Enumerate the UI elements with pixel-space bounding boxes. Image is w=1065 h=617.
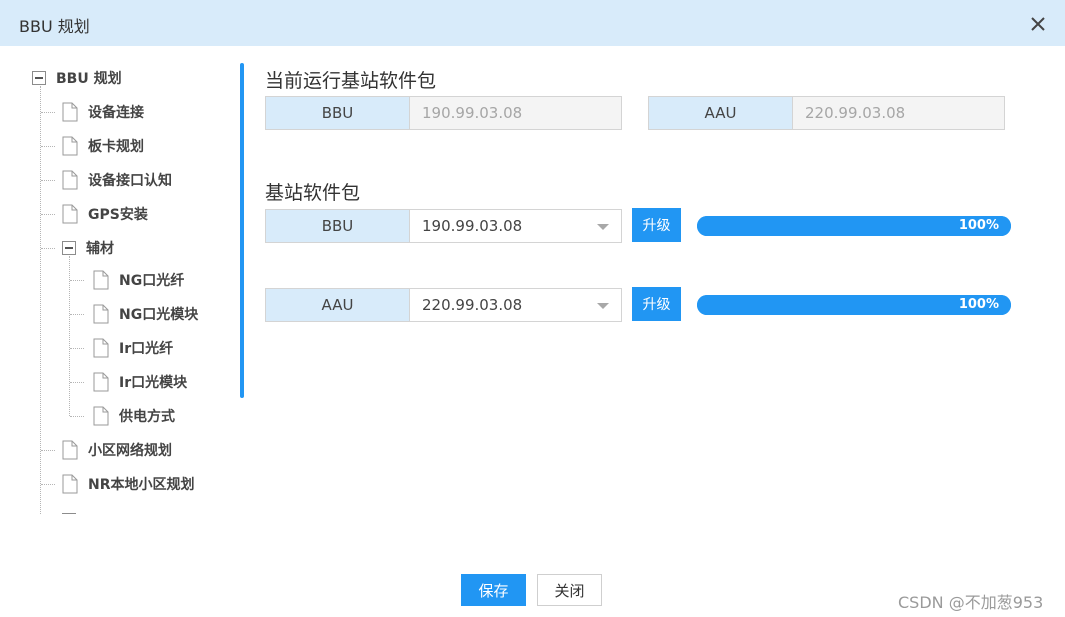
tree-item-ng-module[interactable]: NG口光模块 <box>93 302 198 326</box>
tree-item-cell-network[interactable]: 小区网络规划 <box>62 438 172 462</box>
expand-icon[interactable] <box>62 513 76 514</box>
document-icon <box>62 102 78 122</box>
document-icon <box>93 304 109 324</box>
save-button[interactable]: 保存 <box>461 574 526 606</box>
tree-item-device-interface[interactable]: 设备接口认知 <box>62 168 172 192</box>
document-icon <box>93 270 109 290</box>
tree-root-bbu[interactable]: BBU 规划 <box>32 66 122 90</box>
current-aau-field: AAU 220.99.03.08 <box>648 96 1005 130</box>
document-icon <box>62 474 78 494</box>
tree-connector <box>70 348 84 349</box>
dialog-title: BBU 规划 <box>19 17 90 36</box>
tree-item-gps[interactable]: GPS安装 <box>62 202 148 226</box>
tree-item-board-planning[interactable]: 板卡规划 <box>62 134 144 158</box>
package-title: 基站软件包 <box>265 182 361 204</box>
tree-connector <box>41 112 55 113</box>
package-aau-field: AAU 220.99.03.08 <box>265 288 622 322</box>
tree-item-power-supply[interactable]: 供电方式 <box>93 404 175 428</box>
document-icon <box>93 338 109 358</box>
tree-item-ng-fiber[interactable]: NG口光纤 <box>93 268 184 292</box>
tree-connector <box>70 280 84 281</box>
tree-connector <box>41 484 55 485</box>
aau-progress-text: 100% <box>958 297 999 312</box>
document-icon <box>62 440 78 460</box>
current-bbu-field: BBU 190.99.03.08 <box>265 96 622 130</box>
upgrade-aau-button[interactable]: 升级 <box>632 287 681 321</box>
current-aau-label: AAU <box>649 97 792 129</box>
chevron-down-icon[interactable] <box>597 303 609 309</box>
tree-connector <box>70 314 84 315</box>
dialog-titlebar: BBU 规划 <box>0 0 1065 46</box>
close-button[interactable]: 关闭 <box>537 574 602 606</box>
current-aau-value: 220.99.03.08 <box>792 97 1004 129</box>
current-bbu-label: BBU <box>266 97 409 129</box>
tree-connector <box>41 248 55 249</box>
tree-group-materials[interactable]: 辅材 <box>62 236 114 260</box>
close-icon[interactable] <box>1026 12 1050 36</box>
chevron-down-icon[interactable] <box>597 224 609 230</box>
planning-tree: BBU 规划 设备连接 板卡规划 设备接口认知 GPS安装 辅材 NG口光纤 N… <box>22 62 244 514</box>
upgrade-bbu-button[interactable]: 升级 <box>632 208 681 242</box>
watermark: CSDN @不加葱953 <box>898 593 1044 612</box>
document-icon <box>62 204 78 224</box>
package-bbu-select[interactable]: 190.99.03.08 <box>409 210 621 242</box>
package-bbu-value: 190.99.03.08 <box>422 217 523 235</box>
tree-item-ir-fiber[interactable]: Ir口光纤 <box>93 336 173 360</box>
tree-connector <box>41 146 55 147</box>
package-bbu-field: BBU 190.99.03.08 <box>265 209 622 243</box>
package-aau-value: 220.99.03.08 <box>422 296 523 314</box>
tree-item-clipped[interactable] <box>62 508 76 514</box>
collapse-icon[interactable] <box>62 241 76 255</box>
tree-scrollbar[interactable] <box>240 63 244 398</box>
package-aau-label: AAU <box>266 289 409 321</box>
tree-item-device-connection[interactable]: 设备连接 <box>62 100 144 124</box>
tree-connector <box>41 180 55 181</box>
package-bbu-label: BBU <box>266 210 409 242</box>
document-icon <box>62 136 78 156</box>
bbu-progress-bar: 100% <box>697 216 1011 236</box>
tree-item-nr-local-cell[interactable]: NR本地小区规划 <box>62 472 195 496</box>
package-aau-select[interactable]: 220.99.03.08 <box>409 289 621 321</box>
tree-item-ir-module[interactable]: Ir口光模块 <box>93 370 187 394</box>
tree-connector <box>41 214 55 215</box>
bbu-progress-text: 100% <box>958 218 999 233</box>
tree-connector <box>41 450 55 451</box>
tree-connector <box>70 416 84 417</box>
document-icon <box>93 372 109 392</box>
current-bbu-value: 190.99.03.08 <box>409 97 621 129</box>
aau-progress-bar: 100% <box>697 295 1011 315</box>
document-icon <box>62 170 78 190</box>
collapse-icon[interactable] <box>32 71 46 85</box>
tree-connector <box>70 382 84 383</box>
current-package-title: 当前运行基站软件包 <box>265 70 437 92</box>
document-icon <box>93 406 109 426</box>
